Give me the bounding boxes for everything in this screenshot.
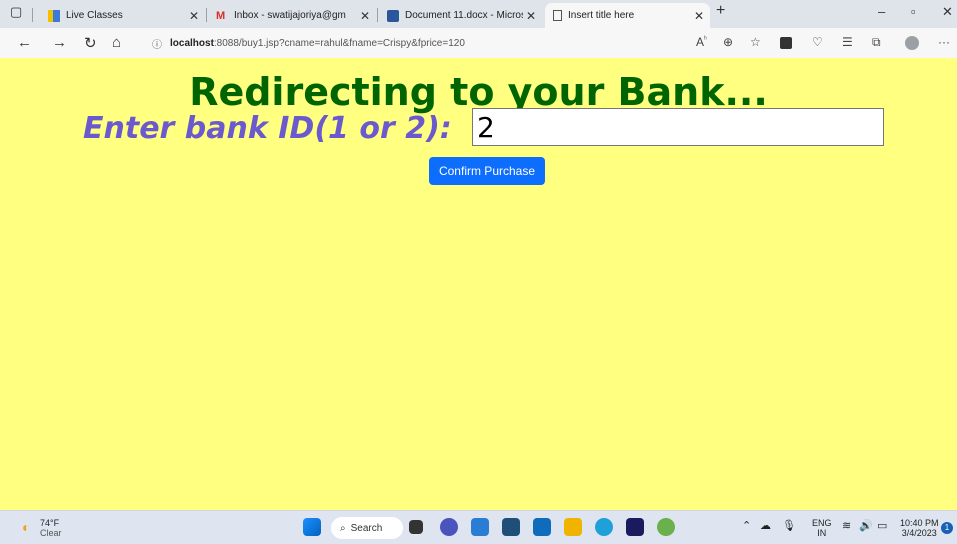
chat-icon[interactable]: [440, 518, 458, 536]
tab-word-document[interactable]: Document 11.docx - Microsoft W ✕: [379, 3, 542, 28]
weather-widget[interactable]: 74°F Clear: [40, 518, 62, 538]
close-icon[interactable]: ✕: [189, 9, 199, 23]
time: 10:40 PM: [900, 518, 939, 528]
profile-avatar[interactable]: [905, 36, 919, 50]
weather-temp: 74°F: [40, 518, 60, 528]
tab-divider: [206, 8, 207, 22]
tab-insert-title[interactable]: Insert title here ✕: [545, 3, 710, 28]
taskbar: ◐ 74°F Clear ⌕ Search ⌃ ☁ 🎙 ENG IN ≋ 🔊 ▭…: [0, 510, 957, 544]
confirm-purchase-button[interactable]: Confirm Purchase: [429, 157, 545, 185]
info-icon: ⓘ: [152, 39, 162, 51]
app-icon[interactable]: [471, 518, 489, 536]
tab-live-classes[interactable]: Live Classes ✕: [40, 3, 205, 28]
zoom-icon[interactable]: ⊕: [723, 35, 733, 49]
microphone-icon[interactable]: 🎙: [782, 521, 796, 532]
new-tab-icon[interactable]: +: [716, 2, 725, 20]
store-icon[interactable]: [502, 518, 520, 536]
wifi-icon[interactable]: ≋: [842, 521, 851, 532]
read-aloud-icon[interactable]: Aʰ: [696, 35, 707, 49]
bank-id-input[interactable]: [472, 108, 884, 146]
task-view-icon[interactable]: [409, 520, 423, 534]
date: 3/4/2023: [901, 528, 937, 538]
live-classes-icon: [48, 9, 60, 22]
page-content: Redirecting to your Bank... Enter bank I…: [0, 58, 957, 510]
restore-icon[interactable]: ▫: [911, 4, 916, 19]
refresh-icon[interactable]: ↻: [84, 34, 97, 52]
tab-divider: [377, 8, 378, 22]
address-bar[interactable]: ⓘ localhost:8088/buy1.jsp?cname=rahul&fn…: [140, 32, 780, 54]
browser-essentials-icon[interactable]: ♡: [812, 35, 823, 49]
tab-label: Live Classes: [66, 10, 123, 21]
tab-label: Insert title here: [568, 10, 635, 21]
chevron-up-icon[interactable]: ⌃: [742, 521, 751, 532]
url-host: localhost: [170, 37, 214, 49]
weather-desc: Clear: [40, 528, 62, 538]
bank-id-label: Enter bank ID(1 or 2):: [83, 111, 452, 146]
gmail-icon: M: [216, 9, 226, 22]
word-icon: [387, 9, 399, 22]
cloud-icon[interactable]: ☁: [760, 521, 771, 532]
taskbar-search[interactable]: ⌕ Search: [331, 517, 403, 539]
clock[interactable]: 10:40 PM 3/4/2023: [900, 518, 939, 538]
search-icon: ⌕: [340, 522, 346, 534]
search-label: Search: [350, 522, 383, 534]
language-indicator[interactable]: ENG IN: [812, 518, 832, 538]
battery-icon[interactable]: ▭: [877, 521, 887, 532]
close-icon[interactable]: ✕: [360, 9, 370, 23]
start-icon[interactable]: [303, 518, 321, 536]
notification-badge[interactable]: 1: [941, 522, 953, 534]
close-icon[interactable]: ✕: [526, 9, 536, 23]
close-window-icon[interactable]: ✕: [942, 4, 953, 20]
tab-gmail[interactable]: M Inbox - swatijajoriya@gmail.com ✕: [208, 3, 376, 28]
close-icon[interactable]: ✕: [694, 9, 704, 23]
url-path: :8088/buy1.jsp?cname=rahul&fname=Crispy&…: [213, 37, 465, 49]
app3-icon[interactable]: [657, 518, 675, 536]
volume-icon[interactable]: 🔊: [859, 521, 873, 532]
tab-label: Inbox - swatijajoriya@gmail.com: [234, 10, 346, 21]
page-icon: [553, 10, 562, 21]
back-icon[interactable]: ←: [17, 34, 32, 51]
lang1: ENG: [812, 518, 832, 528]
app2-icon[interactable]: [626, 518, 644, 536]
more-icon[interactable]: ···: [938, 35, 950, 49]
favorite-icon[interactable]: ☆: [750, 35, 761, 49]
extension-icon[interactable]: [780, 37, 792, 49]
weather-icon: ◐: [22, 519, 31, 535]
tab-label: Document 11.docx - Microsoft W: [405, 10, 523, 21]
collections-icon[interactable]: ⧉: [872, 35, 881, 50]
navigation-bar: ← → ↻ ⌂ ⓘ localhost:8088/buy1.jsp?cname=…: [0, 28, 957, 58]
favorites-list-icon[interactable]: ☰: [842, 35, 853, 49]
minimize-icon[interactable]: –: [878, 4, 885, 19]
mail-icon[interactable]: [533, 518, 551, 536]
tab-divider: [32, 8, 33, 22]
edge-icon[interactable]: [595, 518, 613, 536]
tab-actions-icon[interactable]: ▢: [10, 4, 22, 20]
tab-bar: ▢ Live Classes ✕ M Inbox - swatijajoriya…: [0, 0, 957, 28]
lang2: IN: [817, 528, 827, 538]
home-icon[interactable]: ⌂: [112, 34, 121, 51]
file-explorer-icon[interactable]: [564, 518, 582, 536]
forward-icon[interactable]: →: [52, 34, 67, 51]
